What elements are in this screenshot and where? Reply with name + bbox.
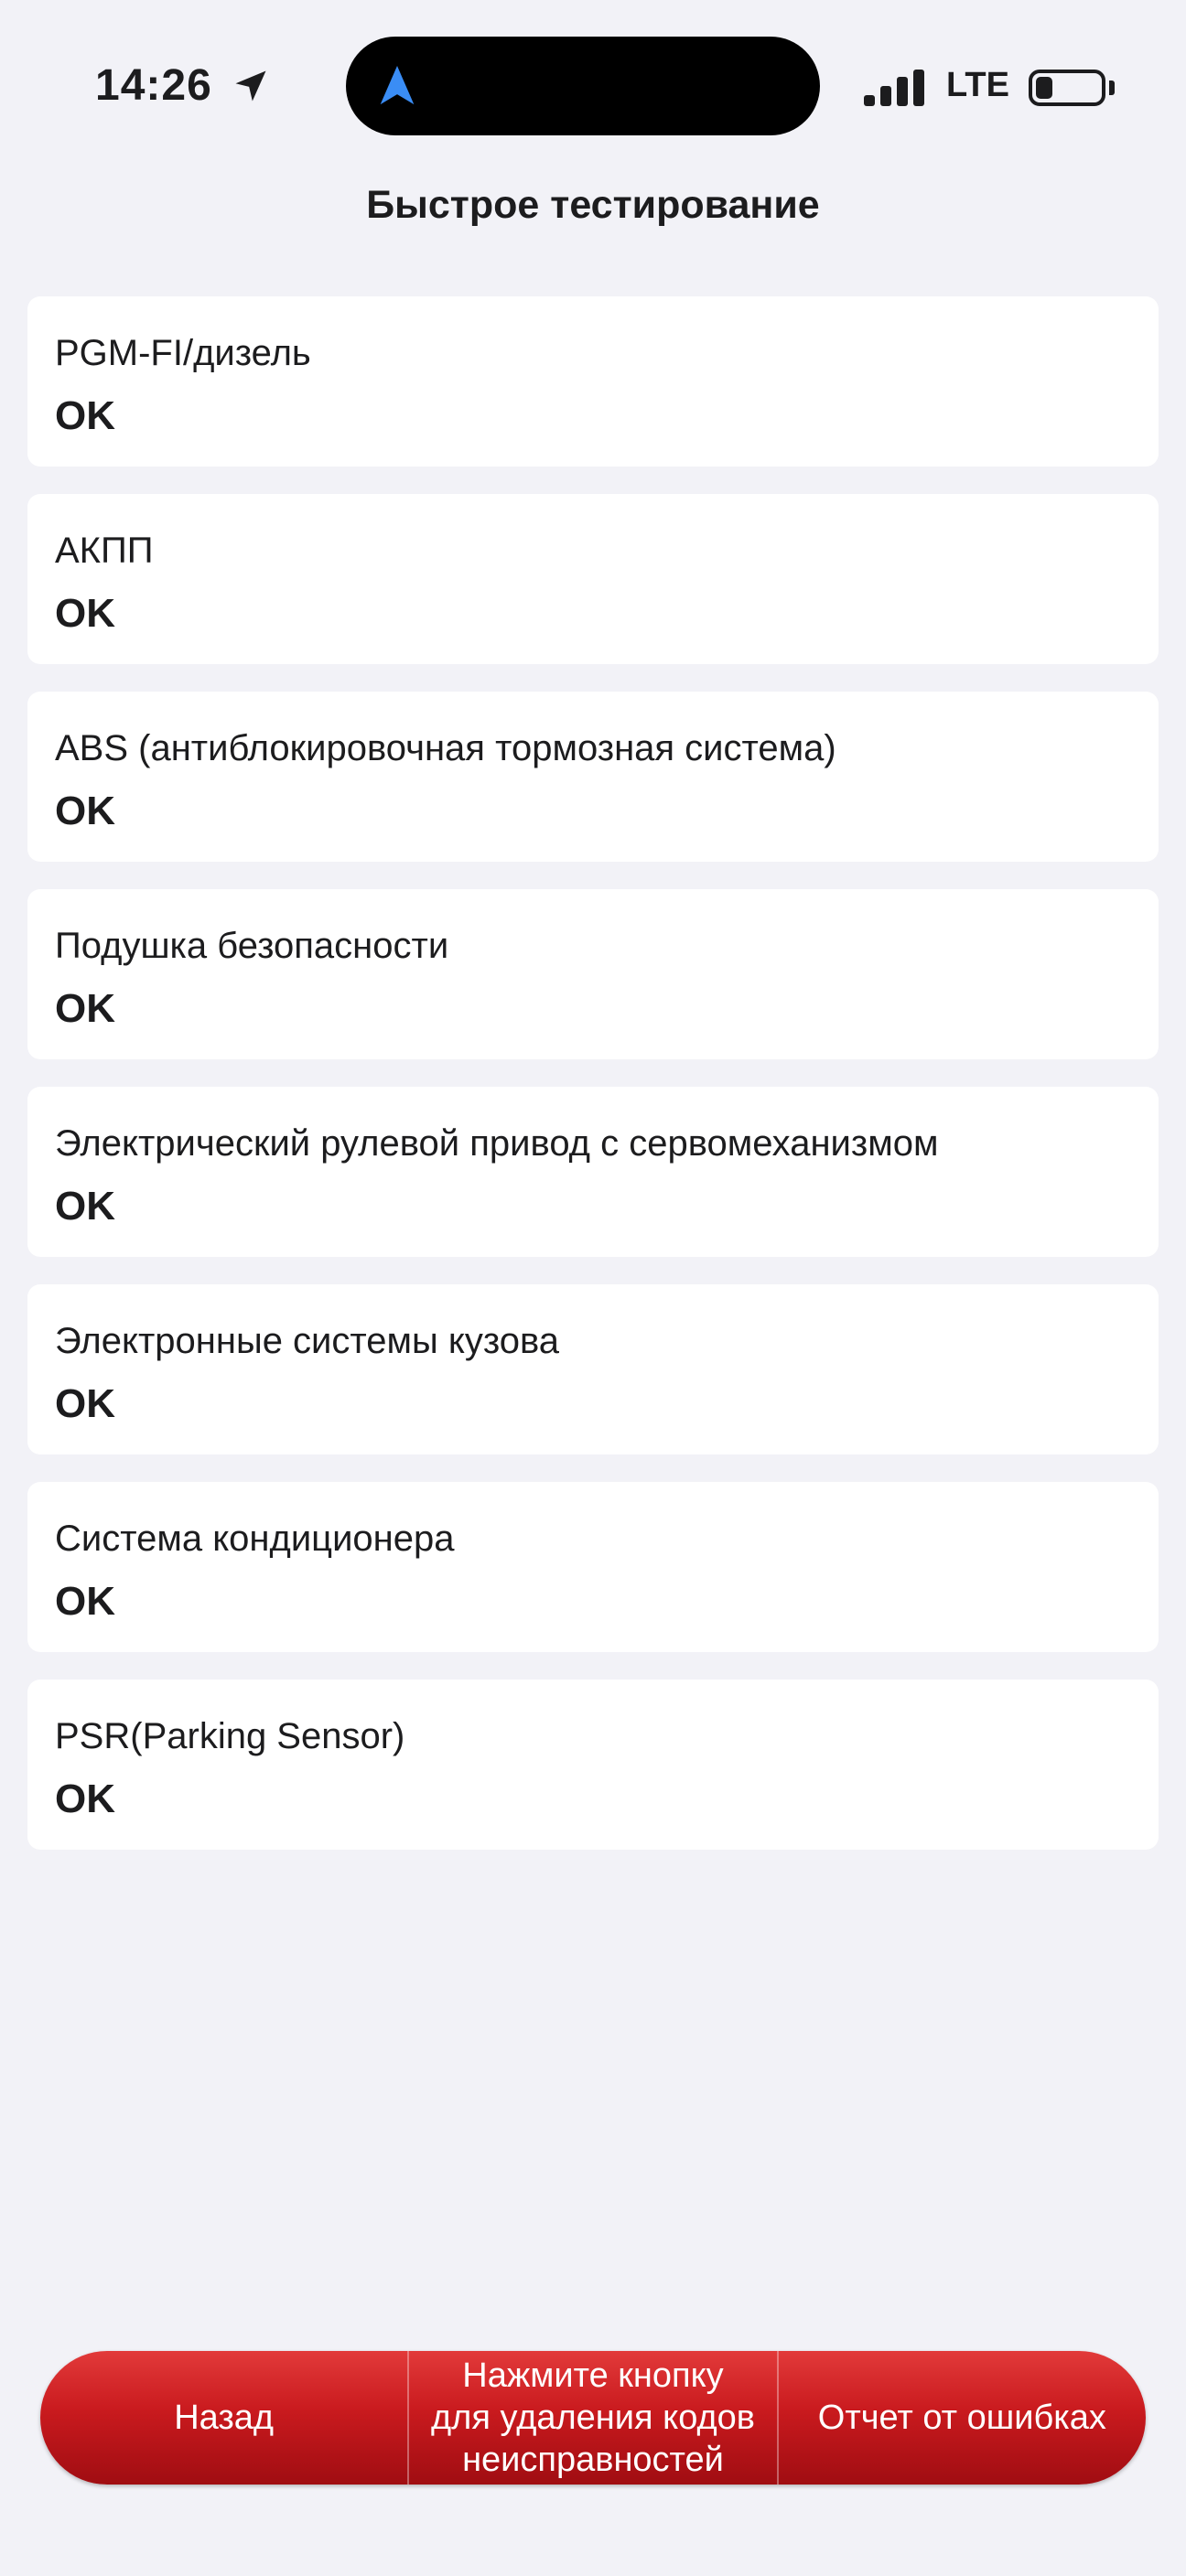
system-card-eps: Электрический рулевой привод с сервомеха… — [27, 1087, 1159, 1257]
system-status: OK — [55, 1184, 115, 1229]
clear-codes-button[interactable]: Нажмите кнопку для удаления кодов неиспр… — [407, 2351, 776, 2485]
system-label: АКПП — [55, 531, 154, 571]
clear-codes-label-line: неисправностей — [462, 2441, 724, 2479]
action-button-bar: Назад Нажмите кнопку для удаления кодов … — [40, 2351, 1146, 2485]
system-card-parking-sensor: PSR(Parking Sensor) OK — [27, 1680, 1159, 1850]
system-list: PGM-FI/дизель OK АКПП OK ABS (антиблокир… — [27, 296, 1159, 1877]
status-bar: 14:26 LTE — [0, 0, 1186, 174]
location-arrow-icon — [235, 70, 266, 102]
system-card-air-conditioning: Система кондиционера OK — [27, 1482, 1159, 1652]
system-status: OK — [55, 789, 115, 833]
system-status: OK — [55, 986, 115, 1031]
system-status: OK — [55, 393, 115, 438]
clear-codes-label-line: Нажмите кнопку — [462, 2356, 724, 2395]
system-label: Система кондиционера — [55, 1519, 455, 1559]
system-status: OK — [55, 1579, 115, 1624]
system-card-pgm-fi: PGM-FI/дизель OK — [27, 296, 1159, 467]
network-type: LTE — [946, 66, 1009, 104]
system-label: Электронные системы кузова — [55, 1321, 560, 1361]
battery-icon — [1029, 70, 1105, 106]
page-title: Быстрое тестирование — [366, 183, 820, 227]
system-label: Подушка безопасности — [55, 926, 449, 966]
system-card-airbag: Подушка безопасности OK — [27, 889, 1159, 1059]
status-time: 14:26 — [95, 61, 212, 110]
system-label: ABS (антиблокировочная тормозная система… — [55, 728, 836, 768]
navigation-arrow-icon — [380, 66, 415, 105]
system-card-akpp: АКПП OK — [27, 494, 1159, 664]
error-report-button[interactable]: Отчет от ошибках — [776, 2351, 1146, 2485]
battery-tip — [1109, 80, 1115, 95]
signal-icon — [864, 70, 924, 106]
system-status: OK — [55, 1776, 115, 1821]
system-label: Электрический рулевой привод с сервомеха… — [55, 1123, 939, 1164]
system-card-body-electronics: Электронные системы кузова OK — [27, 1284, 1159, 1454]
system-label: PSR(Parking Sensor) — [55, 1716, 405, 1756]
back-button[interactable]: Назад — [40, 2351, 407, 2485]
system-status: OK — [55, 591, 115, 636]
clear-codes-label-line: для удаления кодов — [430, 2399, 755, 2437]
system-card-abs: ABS (антиблокировочная тормозная система… — [27, 692, 1159, 862]
system-status: OK — [55, 1381, 115, 1426]
system-label: PGM-FI/дизель — [55, 333, 311, 373]
